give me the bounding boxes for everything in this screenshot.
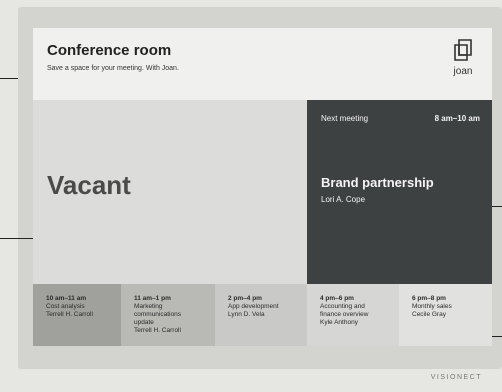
schedule-slot[interactable]: 2 pm–4 pm App development Lynn D. Vela: [215, 284, 307, 346]
next-meeting-label: Next meeting: [321, 114, 369, 123]
slot-title: update: [134, 319, 154, 326]
status-panel[interactable]: Vacant: [33, 100, 307, 284]
slot-title: App development: [228, 303, 279, 310]
slot-organizer: Terrell H. Carroll: [134, 327, 181, 334]
schedule-slot[interactable]: 6 pm–8 pm Monthly sales Cecile Gray: [399, 284, 492, 346]
slot-title: Monthly sales: [412, 303, 452, 310]
room-subtitle: Save a space for your meeting. With Joan…: [47, 65, 179, 72]
slot-time: 6 pm–8 pm: [412, 295, 446, 302]
schedule-slot[interactable]: 10 am–11 am Cost analysis Terrell H. Car…: [33, 284, 121, 346]
slot-title: Accounting and: [320, 303, 365, 310]
logo-text: joan: [453, 66, 473, 77]
slot-title: finance overview: [320, 311, 369, 318]
callout-line-header: [0, 78, 18, 79]
next-meeting-title: Brand partnership: [321, 175, 434, 190]
slot-organizer: Terrell H. Carroll: [46, 311, 93, 318]
schedule-strip: 10 am–11 am Cost analysis Terrell H. Car…: [33, 284, 492, 346]
slot-time: 4 pm–6 pm: [320, 295, 354, 302]
room-display-screen: Conference room Save a space for your me…: [33, 28, 492, 346]
schedule-slot[interactable]: 4 pm–6 pm Accounting and finance overvie…: [307, 284, 399, 346]
slot-time: 10 am–11 am: [46, 295, 87, 302]
slot-time: 11 am–1 pm: [134, 295, 171, 302]
next-meeting-panel[interactable]: Next meeting 8 am–10 am Brand partnershi…: [307, 100, 492, 284]
slot-title: Marketing: [134, 303, 163, 310]
next-meeting-time: 8 am–10 am: [434, 114, 480, 123]
slot-organizer: Kyle Anthony: [320, 319, 358, 326]
joan-logo: joan: [448, 38, 478, 77]
slot-organizer: Lynn D. Vela: [228, 311, 265, 318]
slot-title: communications: [134, 311, 181, 318]
joan-logo-icon: [454, 39, 472, 61]
schedule-slot[interactable]: 11 am–1 pm Marketing communications upda…: [121, 284, 215, 346]
slot-title: Cost analysis: [46, 303, 85, 310]
room-title: Conference room: [47, 42, 172, 59]
room-header: Conference room Save a space for your me…: [33, 28, 492, 100]
next-meeting-organizer: Lori A. Cope: [321, 195, 366, 204]
brand-label: VISIONECT: [430, 374, 482, 381]
slot-time: 2 pm–4 pm: [228, 295, 262, 302]
slot-organizer: Cecile Gray: [412, 311, 446, 318]
room-status: Vacant: [47, 170, 131, 200]
